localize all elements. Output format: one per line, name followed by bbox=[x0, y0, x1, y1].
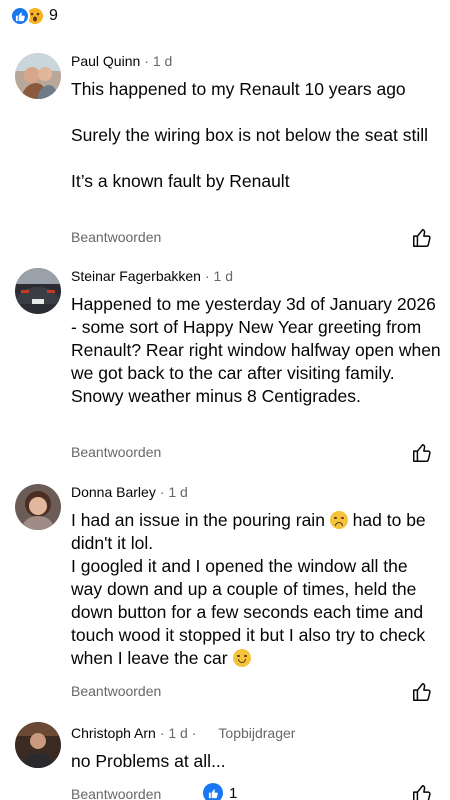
smiling-face-icon bbox=[232, 649, 251, 667]
commenter-name[interactable]: Steinar Fagerbakken bbox=[71, 268, 201, 284]
reply-button[interactable]: Beantwoorden bbox=[71, 444, 161, 460]
reply-button[interactable]: Beantwoorden bbox=[71, 683, 161, 699]
reply-button[interactable]: Beantwoorden bbox=[71, 786, 161, 800]
comment-time[interactable]: · 1 d · bbox=[160, 725, 197, 741]
comment-header: Steinar Fagerbakken · 1 d bbox=[71, 268, 233, 284]
commenter-name[interactable]: Paul Quinn bbox=[71, 53, 140, 69]
comment-text: Happened to me yesterday 3d of January 2… bbox=[71, 294, 441, 406]
comment-time[interactable]: · 1 d bbox=[144, 53, 172, 69]
disappointed-face-icon bbox=[329, 511, 348, 529]
like-count: 1 bbox=[229, 784, 238, 800]
comment-line: I had an issue in the pouring rain bbox=[71, 510, 325, 530]
reaction-summary[interactable]: 9 bbox=[10, 4, 58, 28]
avatar[interactable] bbox=[15, 722, 61, 768]
comment-line: This happened to my Renault 10 years ago bbox=[71, 79, 406, 99]
avatar[interactable] bbox=[15, 53, 61, 99]
like-reaction-icon bbox=[203, 783, 223, 800]
top-contributor-badge: Topbijdrager bbox=[218, 725, 296, 741]
comment-text: This happened to my Renault 10 years ago… bbox=[71, 78, 441, 193]
comment-text: no Problems at all... bbox=[71, 751, 226, 771]
like-icon[interactable] bbox=[411, 442, 433, 464]
like-icon[interactable] bbox=[411, 227, 433, 249]
comment-header: Donna Barley · 1 d bbox=[71, 484, 188, 500]
comment-header: Paul Quinn · 1 d bbox=[71, 53, 172, 69]
comment-line: It’s a known fault by Renault bbox=[71, 171, 290, 191]
like-icon[interactable] bbox=[411, 681, 433, 703]
comment-time[interactable]: · 1 d bbox=[160, 484, 188, 500]
commenter-name[interactable]: Christoph Arn bbox=[71, 725, 156, 741]
comment-line: Surely the wiring box is not below the s… bbox=[71, 125, 428, 145]
reply-button[interactable]: Beantwoorden bbox=[71, 229, 161, 245]
reaction-count: 9 bbox=[49, 7, 58, 24]
comment-time[interactable]: · 1 d bbox=[205, 268, 233, 284]
comment-header: Christoph Arn · 1 d · Topbijdrager bbox=[71, 725, 295, 741]
commenter-name[interactable]: Donna Barley bbox=[71, 484, 156, 500]
like-reaction-icon bbox=[10, 6, 30, 26]
avatar[interactable] bbox=[15, 484, 61, 530]
avatar[interactable] bbox=[15, 268, 61, 314]
comment-text: I had an issue in the pouring rain had t… bbox=[71, 509, 441, 670]
like-icon[interactable] bbox=[411, 783, 433, 800]
comment-like-count[interactable]: 1 bbox=[203, 783, 237, 800]
